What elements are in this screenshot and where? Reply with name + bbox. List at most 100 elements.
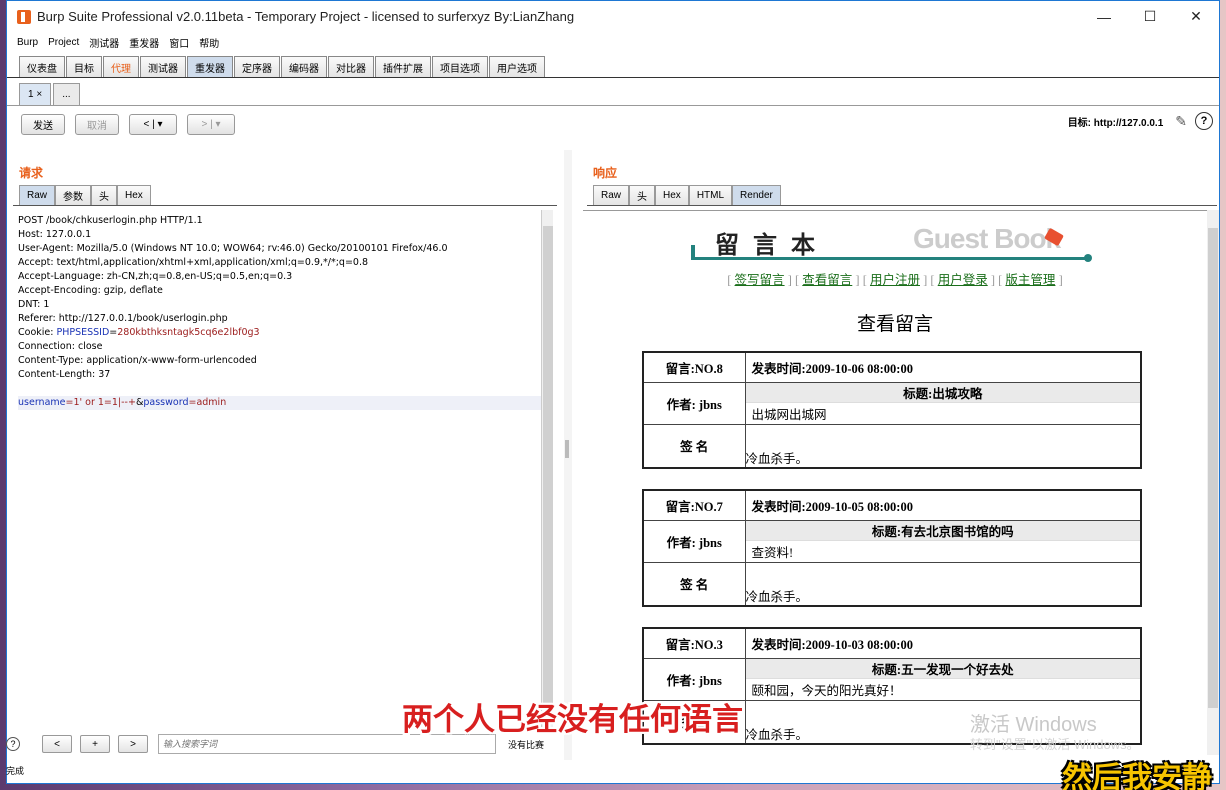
target-label: 目标: http://127.0.0.1: [1067, 117, 1164, 129]
message-author: 作者: jbns: [642, 519, 746, 563]
guestbook-logo: 留 言 本 Guest Book: [691, 223, 1092, 267]
menu-intruder[interactable]: 测试器: [89, 35, 119, 50]
back-button[interactable]: < | ▾: [129, 113, 177, 135]
forward-button[interactable]: > | ▾: [187, 113, 235, 135]
logo-dot: [1084, 254, 1092, 262]
value-username: =1' or 1=1|--+: [65, 397, 136, 408]
search-result-count: 没有比赛: [508, 739, 545, 750]
request-tab-headers[interactable]: 头: [91, 185, 118, 205]
tab-project-options[interactable]: 项目选项: [432, 56, 488, 77]
logo-chinese: 留 言 本: [715, 233, 819, 259]
message-time: 发表时间:2009-10-05 08:00:00: [744, 489, 1142, 521]
cookie-line: Cookie: PHPSESSID=280kbthksntagk5cq6e2lb…: [18, 326, 547, 340]
search-help-icon[interactable]: ?: [6, 737, 20, 751]
nav-view-messages[interactable]: 查看留言: [802, 273, 852, 287]
response-tab-headers[interactable]: 头: [629, 185, 656, 205]
request-tab-params[interactable]: 参数: [55, 185, 92, 205]
request-tab-raw[interactable]: Raw: [19, 185, 56, 205]
menu-repeater[interactable]: 重发器: [129, 35, 159, 50]
response-pane: 响应 Raw 头 Hex HTML Render: [587, 160, 1217, 206]
request-tab-hex[interactable]: Hex: [117, 185, 151, 205]
request-line: Content-Length: 37: [18, 369, 111, 380]
message-card: 留言:NO.8 发表时间:2009-10-06 08:00:00 作者: jbn…: [642, 351, 1142, 469]
message-time: 发表时间:2009-10-03 08:00:00: [744, 627, 1142, 659]
title-bar: Burp Suite Professional v2.0.11beta - Te…: [7, 1, 1219, 32]
response-tab-html[interactable]: HTML: [688, 185, 733, 205]
tab-intruder[interactable]: 测试器: [140, 56, 186, 77]
request-line: Referer: http://127.0.0.1/book/userlogin…: [18, 313, 228, 324]
message-number: 留言:NO.8: [642, 351, 746, 383]
target-info: 目标: http://127.0.0.1 ✎ ?: [1068, 112, 1213, 130]
menu-help[interactable]: 帮助: [199, 35, 219, 50]
search-next-button[interactable]: >: [118, 735, 148, 753]
menu-bar: Burp Project 测试器 重发器 窗口 帮助: [7, 32, 1219, 52]
request-line: Accept-Language: zh-CN,zh;q=0.8,en-US;q=…: [18, 271, 293, 282]
close-button[interactable]: ✕: [1173, 1, 1219, 32]
pencil-icon[interactable]: ✎: [1175, 113, 1187, 130]
repeater-tab-new[interactable]: ...: [53, 83, 80, 105]
send-button[interactable]: 发送: [21, 113, 65, 135]
minimize-button[interactable]: —: [1081, 1, 1127, 32]
pane-splitter[interactable]: [564, 150, 572, 760]
tab-dashboard[interactable]: 仪表盘: [19, 56, 65, 77]
request-line: Host: 127.0.0.1: [18, 229, 92, 240]
message-number: 留言:NO.7: [642, 489, 746, 521]
response-tab-render[interactable]: Render: [732, 185, 781, 205]
tab-sequencer[interactable]: 定序器: [234, 56, 280, 77]
response-tab-raw[interactable]: Raw: [593, 185, 630, 205]
tab-repeater[interactable]: 重发器: [187, 56, 233, 77]
tab-extender[interactable]: 插件扩展: [375, 56, 431, 77]
window-title: Burp Suite Professional v2.0.11beta - Te…: [37, 9, 575, 24]
request-line: Accept-Encoding: gzip, deflate: [18, 285, 163, 296]
message-number: 留言:NO.3: [642, 627, 746, 659]
action-bar: 发送 取消 < | ▾ > | ▾ 目标: http://127.0.0.1 ✎…: [7, 106, 1219, 142]
windows-activation-hint: 转到"设置"以激活 Windows。: [970, 737, 1140, 752]
maximize-button[interactable]: ☐: [1127, 1, 1173, 32]
message-content: 出城网出城网: [744, 401, 1142, 425]
response-tabs: Raw 头 Hex HTML Render: [587, 184, 1217, 206]
response-tab-hex[interactable]: Hex: [655, 185, 689, 205]
request-scrollbar[interactable]: [541, 210, 553, 728]
repeater-tab-1[interactable]: 1 ×: [19, 83, 52, 105]
response-scrollbar[interactable]: [1207, 210, 1219, 755]
nav-login[interactable]: 用户登录: [938, 273, 988, 287]
search-add-button[interactable]: +: [80, 735, 110, 753]
request-line: POST /book/chkuserlogin.php HTTP/1.1: [18, 215, 203, 226]
search-prev-button[interactable]: <: [42, 735, 72, 753]
request-tabs: Raw 参数 头 Hex: [13, 184, 557, 206]
video-subtitle-corner: 然后我安静: [1062, 761, 1212, 790]
request-editor[interactable]: POST /book/chkuserlogin.php HTTP/1.1 Hos…: [13, 210, 553, 728]
request-line: Accept: text/html,application/xhtml+xml,…: [18, 257, 369, 268]
tab-comparer[interactable]: 对比器: [328, 56, 374, 77]
tab-target[interactable]: 目标: [66, 56, 102, 77]
request-line: DNT: 1: [18, 299, 50, 310]
request-scroll-thumb[interactable]: [543, 226, 553, 716]
request-title: 请求: [19, 165, 44, 180]
guestbook-nav: [ 签写留言 ] [ 查看留言 ] [ 用户注册 ] [ 用户登录 ] [ 版主…: [727, 273, 1063, 287]
tab-user-options[interactable]: 用户选项: [489, 56, 545, 77]
tab-decoder[interactable]: 编码器: [281, 56, 327, 77]
tab-proxy[interactable]: 代理: [103, 56, 139, 77]
nav-admin[interactable]: 版主管理: [1005, 273, 1055, 287]
cancel-button[interactable]: 取消: [75, 113, 119, 135]
nav-sign-guestbook[interactable]: 签写留言: [735, 273, 785, 287]
message-content: 颐和园，今天的阳光真好！: [744, 677, 1142, 701]
menu-window[interactable]: 窗口: [169, 35, 189, 50]
status-bar: 完成: [6, 766, 25, 776]
response-scroll-thumb[interactable]: [1208, 228, 1218, 708]
signature-label: 签 名: [642, 561, 746, 607]
repeater-tabs: 1 × ...: [7, 78, 1219, 106]
menu-project[interactable]: Project: [48, 37, 79, 48]
cookie-header: Cookie:: [18, 327, 57, 338]
rendered-page: 留 言 本 Guest Book [ 签写留言 ] [ 查看留言 ] [ 用户注…: [583, 210, 1207, 755]
help-icon[interactable]: ?: [1195, 112, 1213, 130]
message-subject: 标题:五一发现一个好去处: [744, 657, 1142, 679]
tool-tabs: 仪表盘 目标 代理 测试器 重发器 定序器 编码器 对比器 插件扩展 项目选项 …: [7, 52, 1219, 78]
nav-register[interactable]: 用户注册: [870, 273, 920, 287]
page-heading: 查看留言: [856, 314, 933, 335]
signature-text: 冷血杀手。: [744, 423, 1142, 469]
message-content: 查资料!: [744, 539, 1142, 563]
menu-burp[interactable]: Burp: [17, 37, 38, 48]
value-password: =admin: [188, 397, 227, 408]
